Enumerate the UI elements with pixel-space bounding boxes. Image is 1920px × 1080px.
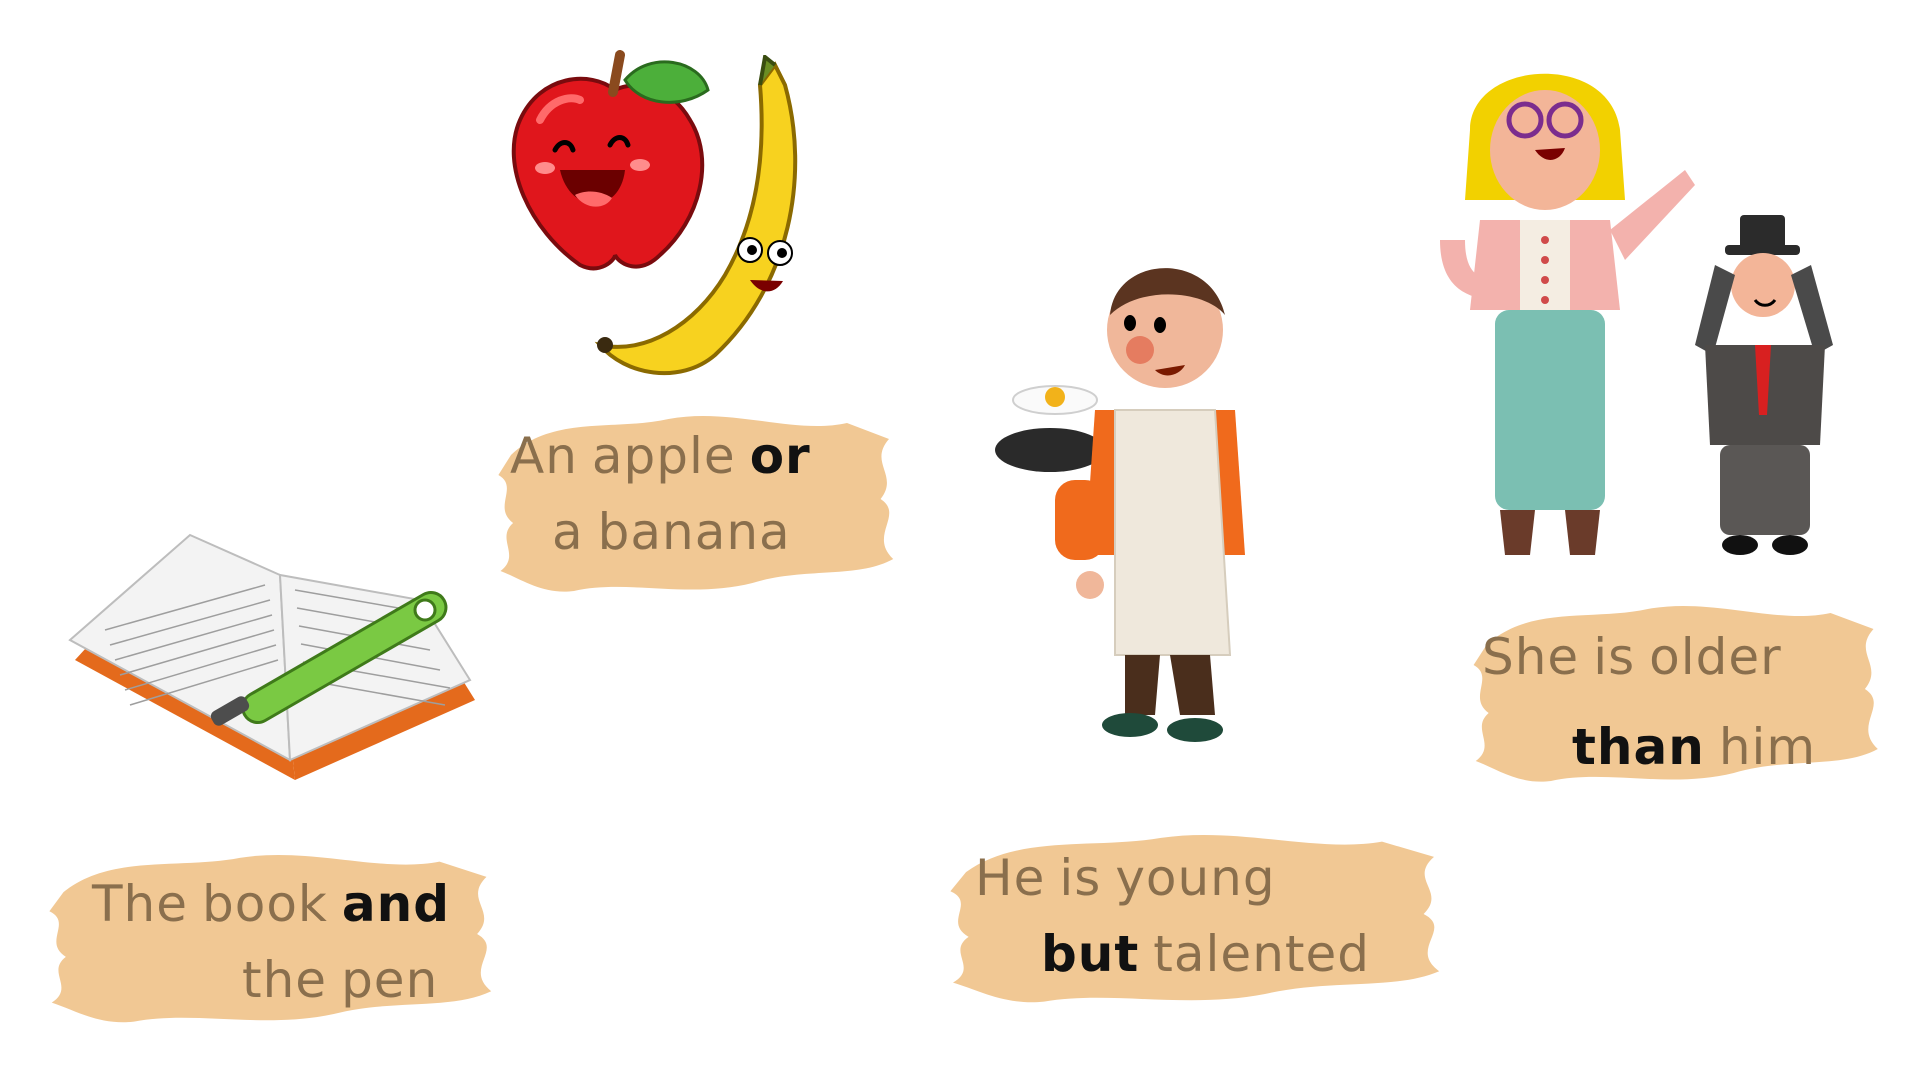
- caption-young-talented: He is young but talented: [975, 840, 1369, 992]
- caption-line-1: An apple or: [510, 427, 811, 485]
- boy-with-frying-pan-icon: [995, 268, 1245, 742]
- conjunction-than: than: [1572, 718, 1705, 776]
- conjunction-or: or: [749, 427, 811, 485]
- caption-line-2: than him: [1572, 718, 1817, 776]
- small-man-illustration: [1675, 205, 1855, 565]
- young-cook-illustration: [990, 245, 1290, 765]
- woman-with-glasses-icon: [1440, 73, 1695, 555]
- caption-line-2: but talented: [1041, 925, 1370, 983]
- caption-book-pen: The book and the pen: [92, 866, 464, 1018]
- conjunction-and: and: [341, 875, 451, 933]
- conjunction-but: but: [1041, 925, 1140, 983]
- caption-line-2: the pen: [242, 951, 439, 1009]
- caption-line-1: She is older: [1482, 628, 1782, 686]
- book-illustration: [65, 530, 485, 800]
- smiling-banana-icon: [594, 53, 798, 376]
- man-with-top-hat-icon: [1695, 215, 1833, 555]
- caption-apple-banana: An apple or a banana: [510, 418, 825, 570]
- caption-line-1: The book and: [92, 875, 451, 933]
- woman-illustration: [1410, 50, 1710, 560]
- caption-older-than: She is older than him: [1482, 612, 1815, 792]
- caption-line-1: He is young: [975, 849, 1276, 907]
- caption-line-2: a banana: [552, 503, 791, 561]
- banana-illustration: [585, 53, 835, 385]
- green-pen-icon: [210, 591, 448, 726]
